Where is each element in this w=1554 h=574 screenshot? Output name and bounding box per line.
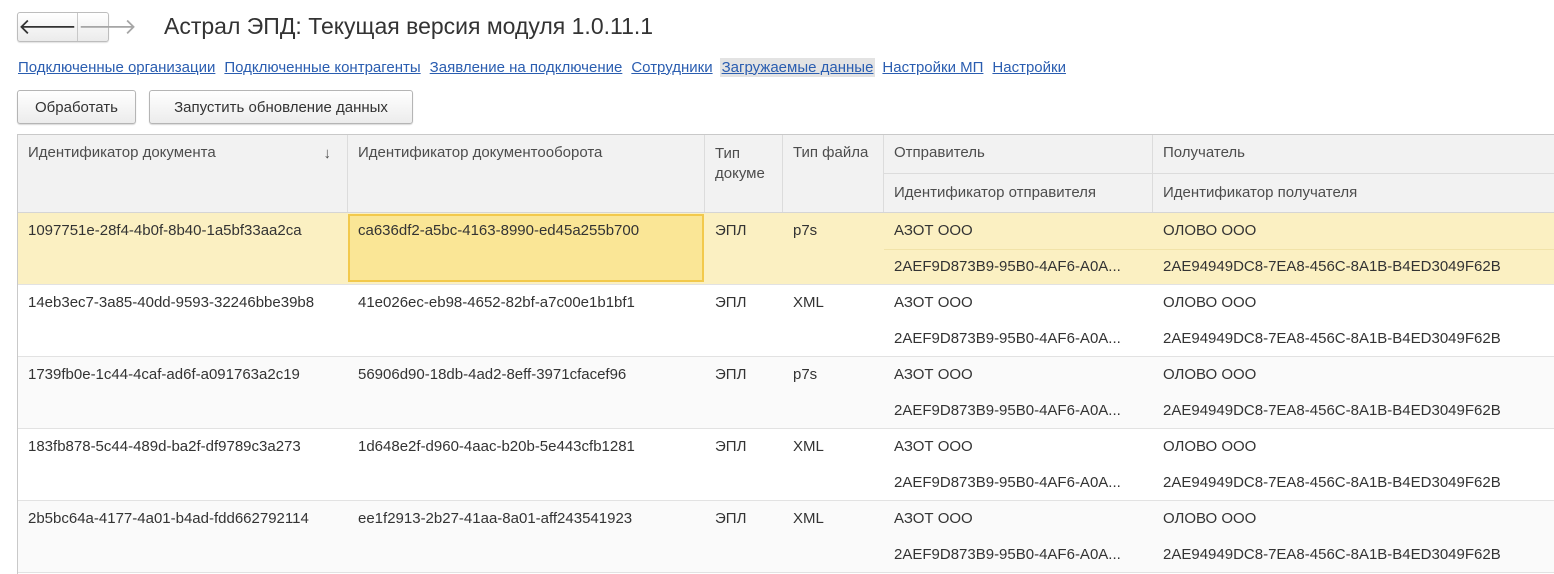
- cell-recipient-id[interactable]: 2AE94949DC8-7EA8-456C-8A1B-B4ED3049F62B: [1153, 545, 1554, 565]
- header-file-type-label: Тип файла: [793, 144, 869, 161]
- cell-flow-id[interactable]: ee1f2913-2b27-41aa-8a01-aff243541923: [348, 509, 705, 529]
- cell-doc-type[interactable]: ЭПЛ: [705, 437, 783, 457]
- table-header: Идентификатор документа ↓ Идентификатор …: [18, 135, 1554, 213]
- back-button[interactable]: 🡐: [18, 13, 78, 41]
- tab-loaded-data[interactable]: Загружаемые данные: [719, 57, 876, 77]
- cell-recipient[interactable]: ОЛОВО ООО: [1153, 365, 1554, 385]
- header-recipient[interactable]: Получатель: [1153, 135, 1554, 173]
- cell-sender-id[interactable]: 2AEF9D873B9-95B0-4AF6-A0A...: [884, 545, 1153, 565]
- forward-button[interactable]: 🡒: [78, 13, 137, 41]
- tab-connected-counterparties[interactable]: Подключенные контрагенты: [224, 58, 420, 77]
- cell-recipient[interactable]: ОЛОВО ООО: [1153, 221, 1554, 241]
- header-recipient-label: Получатель: [1163, 144, 1245, 161]
- cell-recipient[interactable]: ОЛОВО ООО: [1153, 437, 1554, 457]
- arrow-right-icon: 🡒: [78, 14, 137, 39]
- cell-recipient-id[interactable]: 2AE94949DC8-7EA8-456C-8A1B-B4ED3049F62B: [1153, 257, 1554, 277]
- cell-flow-id[interactable]: 1d648e2f-d960-4aac-b20b-5e443cfb1281: [348, 437, 705, 457]
- cell-doc-type[interactable]: ЭПЛ: [705, 509, 783, 529]
- header-sender-label: Отправитель: [894, 144, 985, 161]
- cell-flow-id[interactable]: 41e026ec-eb98-4652-82bf-a7c00e1b1bf1: [348, 293, 705, 313]
- header-file-type[interactable]: Тип файла: [783, 135, 884, 212]
- table-row[interactable]: 1739fb0e-1c44-4caf-ad6f-a091763a2c19 569…: [18, 357, 1554, 429]
- tab-settings[interactable]: Настройки: [992, 58, 1066, 77]
- cell-file-type[interactable]: XML: [783, 509, 884, 529]
- tab-connected-organizations[interactable]: Подключенные организации: [18, 58, 215, 77]
- page-title: Астрал ЭПД: Текущая версия модуля 1.0.11…: [164, 13, 654, 39]
- table-row[interactable]: 183fb878-5c44-489d-ba2f-df9789c3a273 1d6…: [18, 429, 1554, 501]
- cell-recipient[interactable]: ОЛОВО ООО: [1153, 293, 1554, 313]
- cell-sender[interactable]: АЗОТ ООО: [884, 293, 1153, 313]
- cell-doc-id[interactable]: 2b5bc64a-4177-4a01-b4ad-fdd662792114: [18, 509, 348, 529]
- section-tabs: Подключенные организации Подключенные ко…: [18, 57, 1075, 77]
- cell-doc-id[interactable]: 183fb878-5c44-489d-ba2f-df9789c3a273: [18, 437, 348, 457]
- cell-doc-type[interactable]: ЭПЛ: [705, 293, 783, 313]
- header-doc-id-label: Идентификатор документа: [28, 144, 216, 161]
- cell-sender-id[interactable]: 2AEF9D873B9-95B0-4AF6-A0A...: [884, 329, 1153, 349]
- cell-sender-id[interactable]: 2AEF9D873B9-95B0-4AF6-A0A...: [884, 401, 1153, 421]
- cell-flow-id[interactable]: 56906d90-18db-4ad2-8eff-3971cfacef96: [348, 365, 705, 385]
- header-doc-type[interactable]: Тип докуме: [705, 135, 783, 212]
- cell-doc-type[interactable]: ЭПЛ: [705, 365, 783, 385]
- header-recipient-id-label: Идентификатор получателя: [1163, 184, 1358, 201]
- cell-doc-type[interactable]: ЭПЛ: [705, 221, 783, 241]
- cell-file-type[interactable]: p7s: [783, 365, 884, 385]
- cell-sender-id[interactable]: 2AEF9D873B9-95B0-4AF6-A0A...: [884, 473, 1153, 493]
- tab-mp-settings[interactable]: Настройки МП: [882, 58, 983, 77]
- cell-sender[interactable]: АЗОТ ООО: [884, 509, 1153, 529]
- cell-file-type[interactable]: XML: [783, 437, 884, 457]
- cell-sender[interactable]: АЗОТ ООО: [884, 221, 1153, 241]
- cell-recipient-id[interactable]: 2AE94949DC8-7EA8-456C-8A1B-B4ED3049F62B: [1153, 329, 1554, 349]
- history-nav: 🡐 🡒: [17, 12, 137, 42]
- cell-doc-id[interactable]: 1097751e-28f4-4b0f-8b40-1a5bf33aa2ca: [18, 221, 348, 241]
- process-button[interactable]: Обработать: [17, 90, 136, 124]
- top-bar: 🡐 🡒 Астрал ЭПД: Текущая версия модуля 1.…: [0, 0, 1554, 56]
- header-flow-id[interactable]: Идентификатор документооборота: [348, 135, 705, 212]
- row-divider: [884, 249, 1554, 250]
- table-row[interactable]: 1097751e-28f4-4b0f-8b40-1a5bf33aa2ca ca6…: [18, 213, 1554, 285]
- cell-recipient[interactable]: ОЛОВО ООО: [1153, 509, 1554, 529]
- table-row[interactable]: 14eb3ec7-3a85-40dd-9593-32246bbe39b8 41e…: [18, 285, 1554, 357]
- cell-doc-id[interactable]: 1739fb0e-1c44-4caf-ad6f-a091763a2c19: [18, 365, 348, 385]
- documents-table[interactable]: Идентификатор документа ↓ Идентификатор …: [17, 134, 1554, 574]
- header-sender-id-label: Идентификатор отправителя: [894, 184, 1097, 201]
- cell-doc-id[interactable]: 14eb3ec7-3a85-40dd-9593-32246bbe39b8: [18, 293, 348, 313]
- start-data-update-button[interactable]: Запустить обновление данных: [149, 90, 413, 124]
- header-sender-id[interactable]: Идентификатор отправителя: [884, 173, 1153, 212]
- cell-file-type[interactable]: XML: [783, 293, 884, 313]
- tab-connection-application[interactable]: Заявление на подключение: [430, 58, 623, 77]
- header-recipient-id[interactable]: Идентификатор получателя: [1153, 173, 1554, 212]
- header-flow-id-label: Идентификатор документооборота: [358, 144, 603, 161]
- cell-file-type[interactable]: p7s: [783, 221, 884, 241]
- tab-employees[interactable]: Сотрудники: [631, 58, 712, 77]
- table-row[interactable]: 2b5bc64a-4177-4a01-b4ad-fdd662792114 ee1…: [18, 501, 1554, 573]
- header-sender[interactable]: Отправитель: [884, 135, 1153, 173]
- sort-descending-icon: ↓: [323, 145, 332, 162]
- cell-recipient-id[interactable]: 2AE94949DC8-7EA8-456C-8A1B-B4ED3049F62B: [1153, 401, 1554, 421]
- cell-sender-id[interactable]: 2AEF9D873B9-95B0-4AF6-A0A...: [884, 257, 1153, 277]
- cell-flow-id[interactable]: ca636df2-a5bc-4163-8990-ed45a255b700: [348, 221, 705, 241]
- header-doc-type-label: Тип докуме: [715, 145, 765, 182]
- header-doc-id[interactable]: Идентификатор документа ↓: [18, 135, 348, 212]
- cell-recipient-id[interactable]: 2AE94949DC8-7EA8-456C-8A1B-B4ED3049F62B: [1153, 473, 1554, 493]
- toolbar: Обработать Запустить обновление данных: [17, 90, 426, 124]
- cell-sender[interactable]: АЗОТ ООО: [884, 365, 1153, 385]
- cell-sender[interactable]: АЗОТ ООО: [884, 437, 1153, 457]
- arrow-left-icon: 🡐: [18, 14, 77, 39]
